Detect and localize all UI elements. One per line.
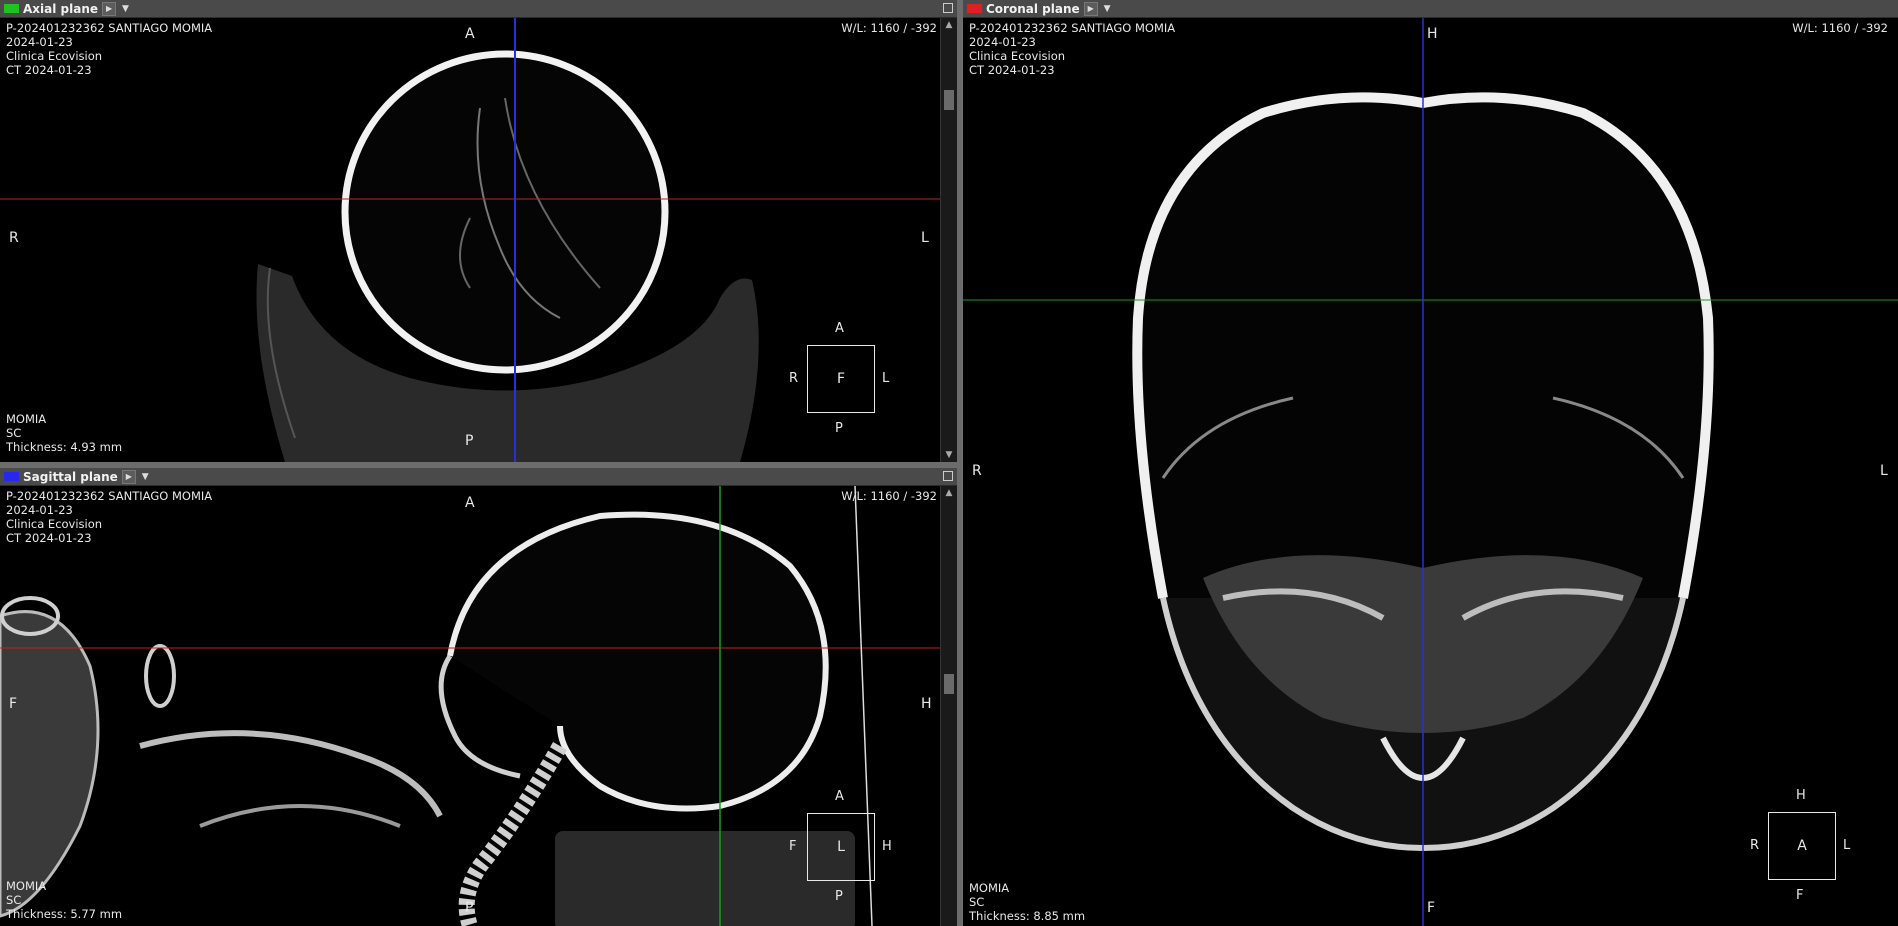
axial-color-swatch [4, 4, 19, 13]
axial-patient: P-202401232362 SANTIAGO MOMIA [6, 21, 213, 35]
maximize-icon[interactable] [943, 3, 953, 13]
sagittal-scroll-thumb[interactable] [944, 674, 954, 694]
coronal-orient-right: L [1880, 463, 1888, 479]
coronal-cube-bottom: F [1796, 888, 1804, 903]
coronal-image[interactable] [963, 18, 1898, 926]
sagittal-titlebar[interactable]: Sagittal plane ▶ ▼ [0, 468, 957, 486]
chevron-down-icon[interactable]: ▼ [122, 4, 129, 14]
sagittal-orient-top: A [465, 495, 475, 511]
sagittal-thickness: Thickness: 5.77 mm [6, 907, 123, 921]
axial-cube-top: A [835, 321, 844, 336]
sagittal-study: CT 2024-01-23 [6, 531, 92, 545]
coronal-date: 2024-01-23 [969, 35, 1036, 49]
scroll-down-icon[interactable]: ▼ [941, 448, 957, 462]
coronal-orient-bottom: F [1427, 900, 1436, 916]
coronal-clinic: Clinica Ecovision [969, 49, 1066, 63]
play-icon[interactable]: ▶ [1083, 1, 1098, 16]
axial-cube-center: F [836, 371, 846, 387]
coronal-ct-slice [963, 18, 1898, 926]
axial-thickness: Thickness: 4.93 mm [6, 440, 123, 454]
axial-study: CT 2024-01-23 [6, 63, 92, 77]
axial-date: 2024-01-23 [6, 35, 73, 49]
axial-orient-left: R [9, 230, 19, 246]
coronal-title: Coronal plane [986, 1, 1080, 16]
coronal-study: CT 2024-01-23 [969, 63, 1055, 77]
play-icon[interactable]: ▶ [102, 1, 117, 16]
coronal-orient-top: H [1427, 26, 1438, 42]
coronal-sc: SC [969, 895, 985, 909]
coronal-cube-top: H [1796, 788, 1806, 803]
sagittal-viewport[interactable]: Sagittal plane ▶ ▼ P-202401232362 SANTIA… [0, 468, 957, 926]
coronal-thickness: Thickness: 8.85 mm [969, 909, 1086, 923]
sagittal-date: 2024-01-23 [6, 503, 73, 517]
coronal-cube-left: R [1750, 838, 1760, 853]
axial-title: Axial plane [23, 1, 99, 16]
sagittal-cube-left: F [789, 839, 797, 854]
chevron-down-icon[interactable]: ▼ [1104, 4, 1111, 14]
axial-scrollbar[interactable]: ▲ ▼ [940, 18, 957, 462]
sagittal-patient: P-202401232362 SANTIAGO MOMIA [6, 489, 213, 503]
axial-orient-right: L [921, 230, 929, 246]
coronal-series: MOMIA [969, 881, 1010, 895]
axial-clinic: Clinica Ecovision [6, 49, 103, 63]
coronal-cube-right: L [1843, 838, 1851, 853]
coronal-viewport[interactable]: Coronal plane ▶ ▼ P-202401232362 SANTIAG… [963, 0, 1898, 926]
sagittal-wl: W/L: 1160 / -392 [841, 489, 937, 503]
axial-cube-bottom: P [835, 421, 843, 436]
sagittal-scrollbar[interactable]: ▲ [940, 486, 957, 926]
coronal-titlebar[interactable]: Coronal plane ▶ ▼ [963, 0, 1898, 18]
sagittal-orient-right: H [921, 696, 932, 712]
scroll-up-icon[interactable]: ▲ [941, 18, 957, 32]
sagittal-orientation-cube: L [807, 813, 875, 881]
maximize-icon[interactable] [943, 471, 953, 481]
coronal-cube-center: A [1797, 838, 1807, 854]
sagittal-title: Sagittal plane [23, 469, 118, 484]
coronal-orient-left: R [972, 463, 982, 479]
coronal-color-swatch [967, 4, 982, 13]
coronal-orientation-cube: A [1768, 812, 1836, 880]
sagittal-color-swatch [4, 472, 19, 481]
sagittal-orient-bottom: P [465, 900, 474, 916]
sagittal-sc: SC [6, 893, 22, 907]
axial-cube-left: R [789, 371, 799, 386]
sagittal-cube-bottom: P [835, 889, 843, 904]
sagittal-cube-right: H [882, 839, 892, 854]
axial-orient-bottom: P [465, 433, 474, 449]
axial-series: MOMIA [6, 412, 47, 426]
axial-scroll-thumb[interactable] [944, 90, 954, 110]
sagittal-series: MOMIA [6, 879, 47, 893]
axial-sc: SC [6, 426, 22, 440]
sagittal-cube-center: L [837, 839, 845, 855]
sagittal-cube-top: A [835, 789, 844, 804]
axial-cube-right: L [882, 371, 890, 386]
scroll-up-icon[interactable]: ▲ [941, 486, 957, 500]
axial-orient-top: A [465, 26, 475, 42]
axial-wl: W/L: 1160 / -392 [841, 21, 937, 35]
axial-viewport[interactable]: Axial plane ▶ ▼ P-202401232362 SANTIAGO … [0, 0, 957, 462]
axial-orientation-cube: F [807, 345, 875, 413]
chevron-down-icon[interactable]: ▼ [142, 472, 149, 482]
axial-titlebar[interactable]: Axial plane ▶ ▼ [0, 0, 957, 18]
sagittal-clinic: Clinica Ecovision [6, 517, 103, 531]
sagittal-orient-left: F [9, 696, 18, 712]
play-icon[interactable]: ▶ [121, 469, 136, 484]
coronal-patient: P-202401232362 SANTIAGO MOMIA [969, 21, 1176, 35]
coronal-wl: W/L: 1160 / -392 [1792, 21, 1888, 35]
